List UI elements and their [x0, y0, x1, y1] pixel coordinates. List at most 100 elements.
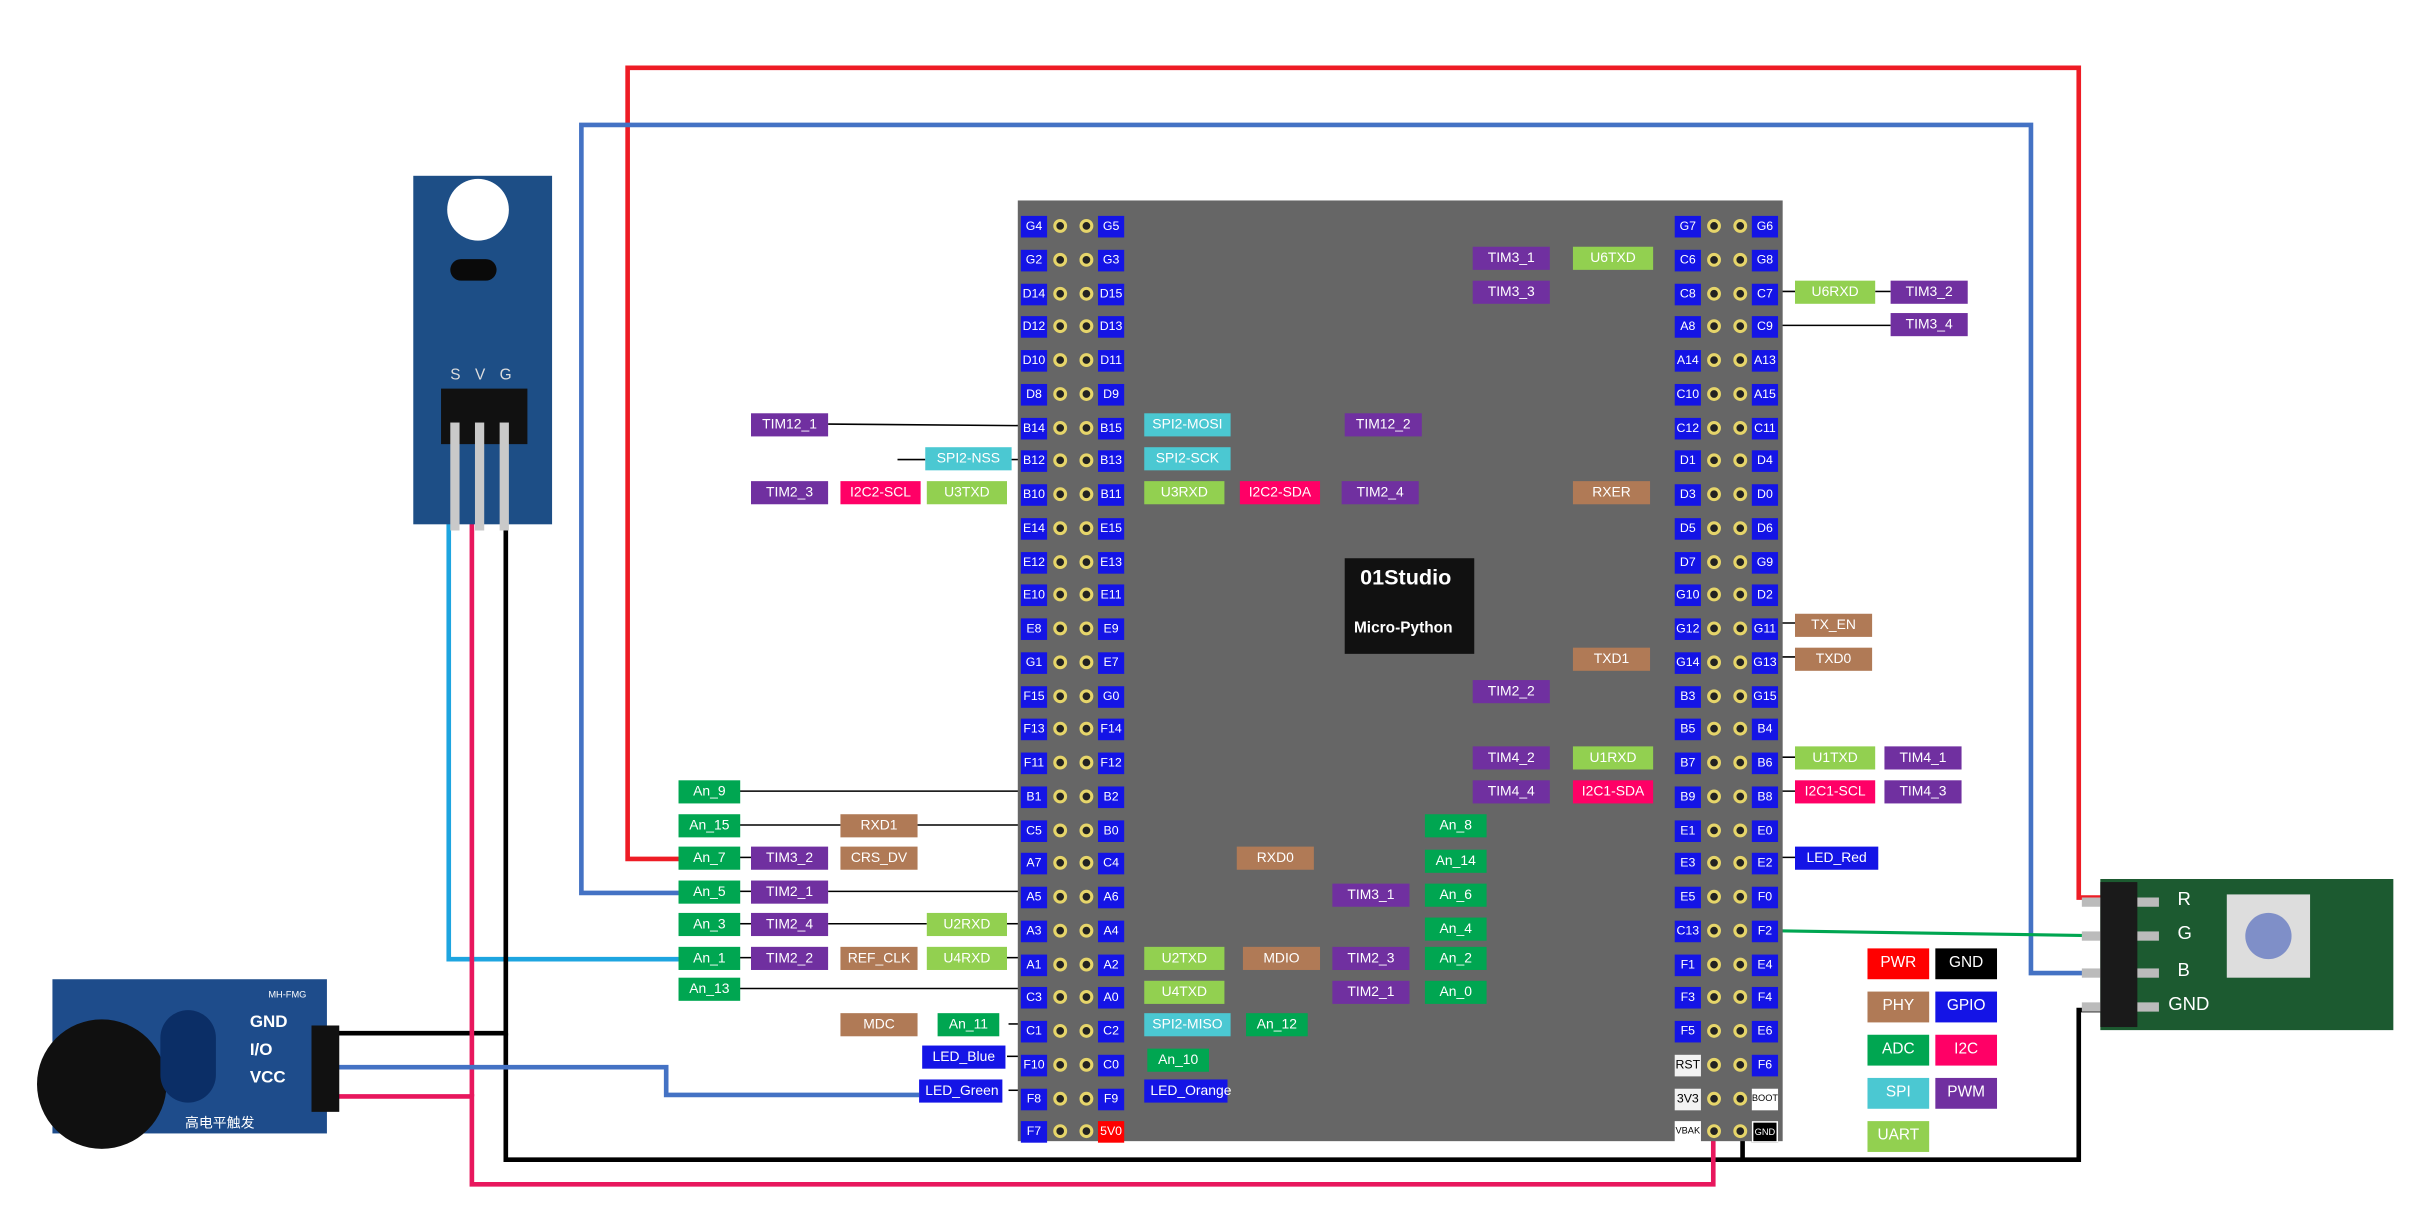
- pin-label: G2: [1020, 249, 1048, 272]
- pin-hole: [1707, 956, 1721, 971]
- pin-hole: [1079, 688, 1094, 703]
- pin-hole: [1733, 487, 1748, 502]
- function-tag: An_6: [1424, 883, 1487, 907]
- pin-hole: [1053, 1023, 1068, 1038]
- rgb-led-module: R G B GND: [2081, 878, 2394, 1031]
- pin-label: C12: [1674, 417, 1701, 439]
- pin-hole: [1079, 1057, 1094, 1072]
- pin-label: BOOT: [1751, 1087, 1778, 1110]
- pin-hole: [1079, 889, 1094, 904]
- function-tag: An_4: [1424, 917, 1487, 941]
- function-tag: TIM2_1: [751, 880, 829, 904]
- function-tag: LED_Blue: [922, 1045, 1006, 1069]
- pin-label: C3: [1020, 987, 1048, 1009]
- pin-label: G15: [1751, 685, 1779, 708]
- pin-label: G9: [1751, 551, 1779, 573]
- pin-label: F11: [1020, 752, 1048, 775]
- pin-label: A4: [1097, 920, 1125, 942]
- pin-label: C9: [1751, 316, 1779, 339]
- sensor-pin-v: V: [474, 367, 486, 384]
- pin-label: C10: [1674, 383, 1701, 406]
- pin-label: E15: [1097, 517, 1125, 540]
- mount-hole: [447, 178, 509, 241]
- function-tag: TIM4_4: [1472, 780, 1550, 804]
- pin-label: B8: [1751, 786, 1779, 808]
- pin-hole: [1053, 621, 1068, 636]
- pin-hole: [1733, 218, 1748, 233]
- function-tag: An_14: [1424, 849, 1487, 873]
- pin-hole: [1053, 554, 1068, 569]
- function-tag: An_13: [678, 977, 741, 1001]
- pin-hole: [1079, 353, 1094, 368]
- buzzer-model: MH-FMG: [268, 991, 307, 1001]
- function-tag: TIM4_1: [1884, 746, 1962, 770]
- pin-hole: [1733, 286, 1748, 300]
- function-tag: TIM3_2: [1890, 280, 1968, 304]
- function-tag: U2RXD: [926, 912, 1007, 937]
- pin-hole: [1707, 1023, 1721, 1038]
- pin-hole: [1053, 923, 1068, 938]
- legend-item: UART: [1867, 1121, 1930, 1152]
- pin-hole: [1707, 487, 1721, 502]
- pin-label: B7: [1674, 752, 1701, 775]
- pin-hole: [1707, 252, 1721, 267]
- legend-item: GND: [1935, 948, 1998, 980]
- pin-label: G11: [1751, 618, 1779, 640]
- pin-hole: [1079, 1023, 1094, 1038]
- pin-hole: [1079, 923, 1094, 938]
- pin-label: G4: [1020, 215, 1048, 238]
- pin-label: VBAK: [1674, 1121, 1701, 1144]
- function-tag: An_10: [1147, 1048, 1210, 1072]
- function-tag: SPI2-NSS: [925, 447, 1012, 471]
- pin-hole: [1079, 286, 1094, 300]
- pin-label: F13: [1020, 719, 1048, 741]
- buzzer-module: MH-FMG GND I/O VCC 高电平触发: [37, 979, 340, 1149]
- pin-label: C11: [1751, 417, 1779, 439]
- function-tag: An_0: [1424, 980, 1487, 1004]
- function-tag: SPI2-SCK: [1144, 447, 1231, 471]
- rgb-header: [2100, 882, 2138, 1028]
- pin-hole: [1733, 889, 1748, 904]
- pin-label: D5: [1674, 517, 1701, 540]
- pin-label: A7: [1020, 853, 1048, 875]
- pin-label: E3: [1674, 853, 1701, 875]
- pin-hole: [1733, 520, 1748, 535]
- wire-blue-io: [333, 1064, 920, 1098]
- pin-hole: [1707, 621, 1721, 636]
- pin-label: A1: [1020, 953, 1048, 976]
- pin-label: E14: [1020, 517, 1048, 540]
- pin-label: D3: [1674, 484, 1701, 506]
- legend-item: PHY: [1867, 991, 1930, 1023]
- pin-label: A8: [1674, 316, 1701, 339]
- pin-label: D0: [1751, 484, 1779, 506]
- buzzer-slot: [160, 1010, 216, 1103]
- function-tag: U3TXD: [926, 481, 1007, 505]
- buzzer-body: [37, 1019, 167, 1149]
- pin-hole: [1053, 1057, 1068, 1072]
- pin-label: E2: [1751, 853, 1779, 875]
- pin-hole: [1733, 621, 1748, 636]
- pin-hole: [1733, 252, 1748, 267]
- pin-hole: [1707, 822, 1721, 837]
- pin-label: B9: [1674, 786, 1701, 808]
- pin-hole: [1733, 1091, 1748, 1105]
- rgb-led: [2226, 894, 2311, 978]
- function-tag: RXD0: [1236, 846, 1314, 870]
- buzzer-pin-io: I/O: [249, 1040, 273, 1060]
- function-tag: An_5: [678, 880, 741, 904]
- pin-label: E13: [1097, 551, 1125, 573]
- pin-hole: [1079, 252, 1094, 267]
- pin-label: C2: [1097, 1020, 1125, 1043]
- pin-hole: [1733, 956, 1748, 971]
- legend-item: GPIO: [1935, 991, 1998, 1023]
- pin-hole: [1053, 286, 1068, 300]
- pin-label: C13: [1674, 920, 1701, 942]
- sensor-element: [450, 259, 497, 281]
- function-tag: I2C2-SCL: [840, 481, 921, 505]
- sensor-module: S V G: [413, 175, 553, 531]
- pin-label: A0: [1097, 987, 1125, 1009]
- pin-label: B15: [1097, 417, 1125, 439]
- pin-label: B2: [1097, 786, 1125, 808]
- function-tag: U1RXD: [1572, 746, 1654, 770]
- pin-label: B0: [1097, 819, 1125, 842]
